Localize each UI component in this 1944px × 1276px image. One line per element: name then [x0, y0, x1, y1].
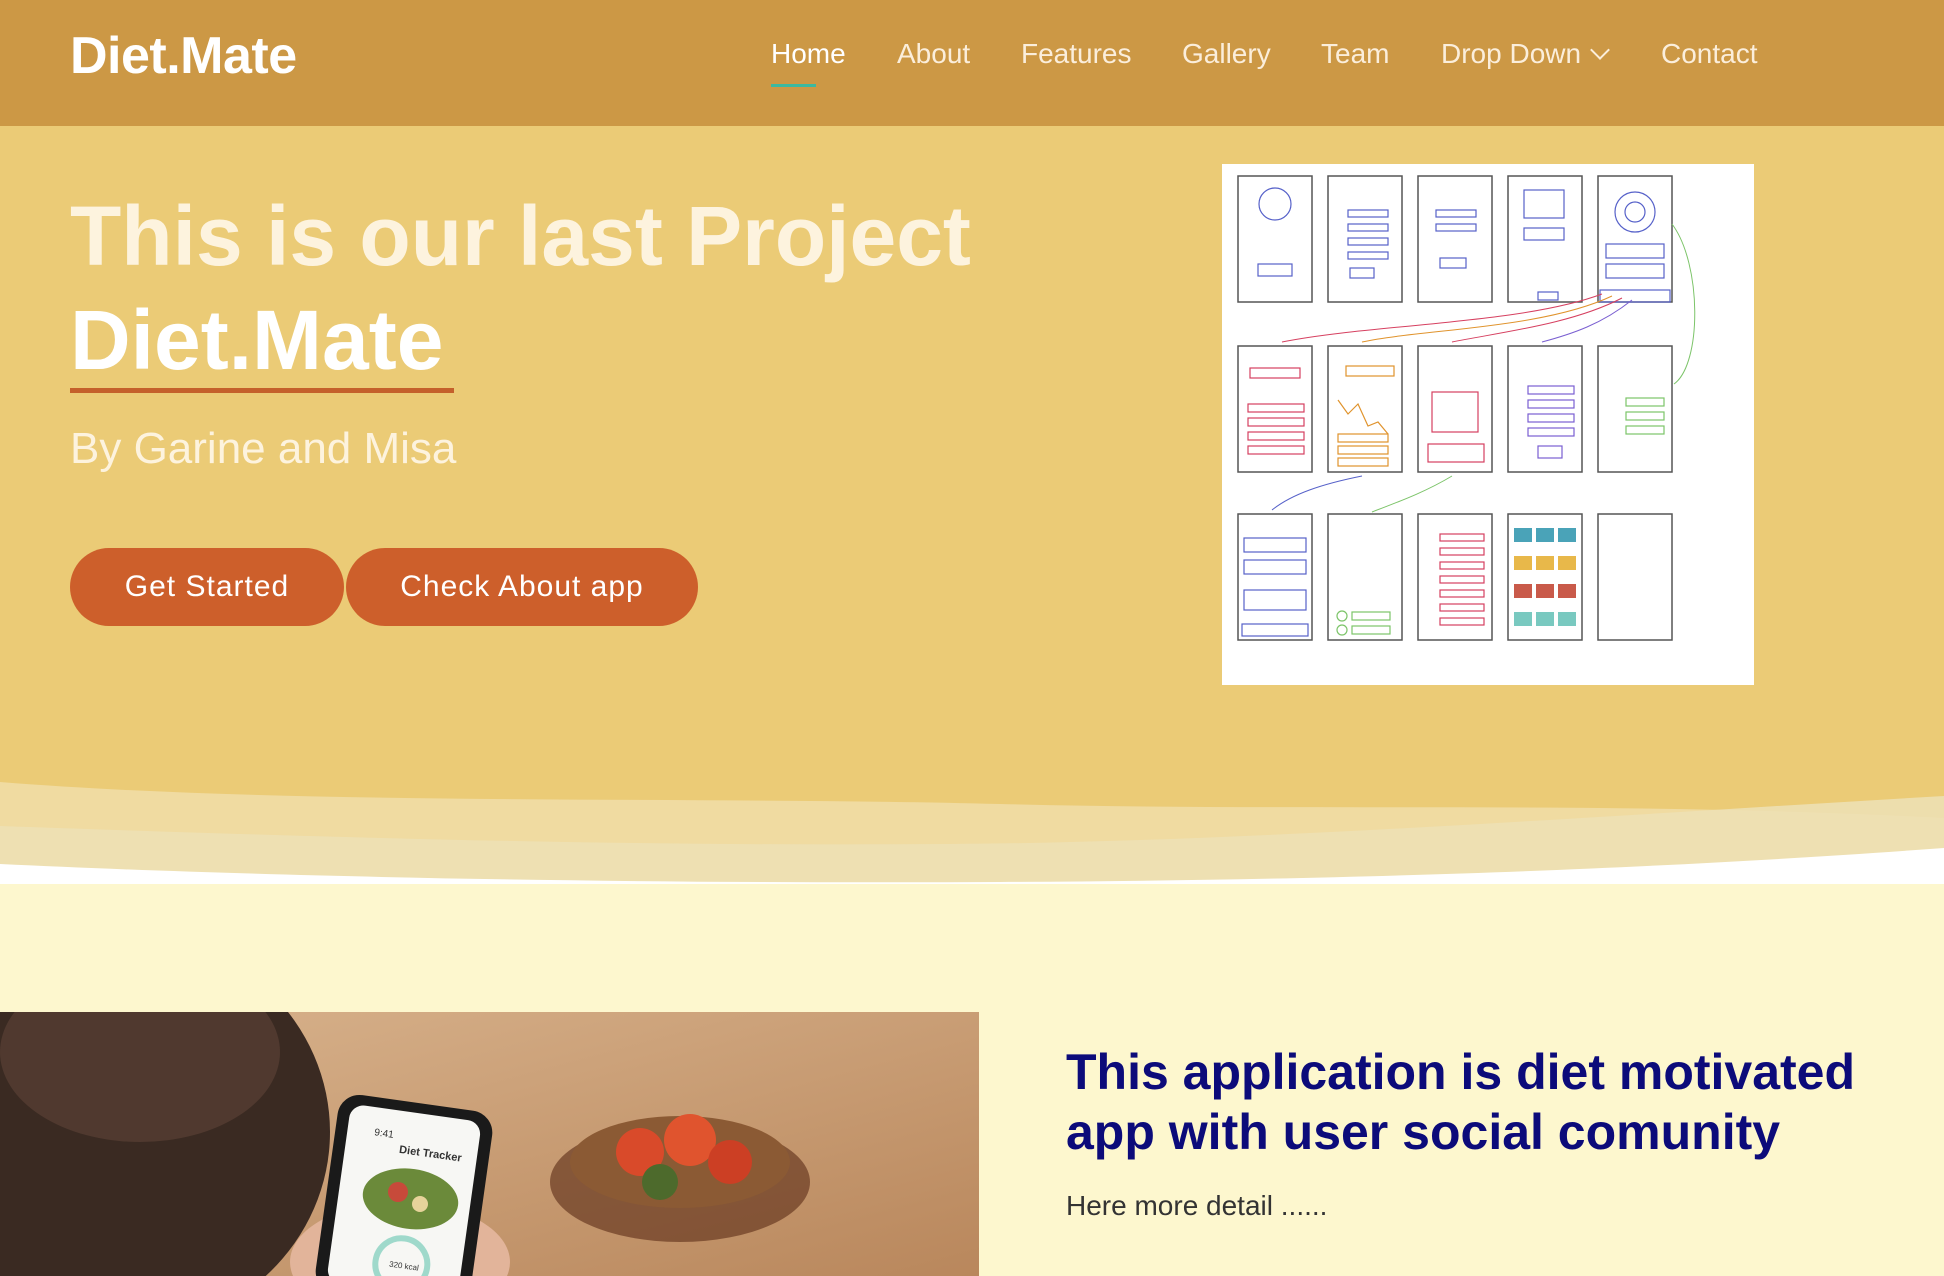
app-wireframe-image [1222, 164, 1754, 685]
nav-item-about[interactable]: About [897, 38, 970, 70]
nav-item-drop-down[interactable]: Drop Down [1441, 38, 1610, 70]
main-nav: Home About Features Gallery Team Drop Do… [0, 38, 1944, 78]
site-header: Diet.Mate Home About Features Gallery Te… [0, 0, 1944, 126]
hero-subtitle: By Garine and Misa [70, 424, 457, 473]
about-heading: This application is diet motivated app w… [1066, 1044, 1856, 1160]
nav-item-home[interactable]: Home [771, 38, 846, 70]
get-started-button[interactable]: Get Started [70, 548, 344, 626]
nav-item-features[interactable]: Features [1021, 38, 1132, 70]
nav-active-indicator [771, 84, 816, 87]
hero-section: This is our last Project Diet.Mate By Ga… [0, 126, 1944, 884]
nav-item-gallery[interactable]: Gallery [1182, 38, 1271, 70]
hero-wave-divider [0, 782, 1944, 884]
about-section: 9:41 Diet Tracker 320 kcal This applicat… [0, 884, 1944, 1276]
chevron-down-icon [1590, 40, 1610, 60]
check-about-app-button[interactable]: Check About app [346, 548, 698, 626]
nav-item-team[interactable]: Team [1321, 38, 1389, 70]
wireframe-sketch [1222, 164, 1754, 685]
diet-tracker-photo: 9:41 Diet Tracker 320 kcal [0, 1012, 979, 1276]
about-detail-text: Here more detail ...... [1066, 1190, 1328, 1221]
hero-title: This is our last Project [70, 189, 971, 283]
nav-item-contact[interactable]: Contact [1661, 38, 1758, 70]
hero-brand-name: Diet.Mate [70, 293, 444, 387]
photo-illustration: 9:41 Diet Tracker 320 kcal [0, 1012, 979, 1276]
hero-brand-underline [70, 388, 454, 393]
nav-item-drop-down-label: Drop Down [1441, 38, 1582, 69]
